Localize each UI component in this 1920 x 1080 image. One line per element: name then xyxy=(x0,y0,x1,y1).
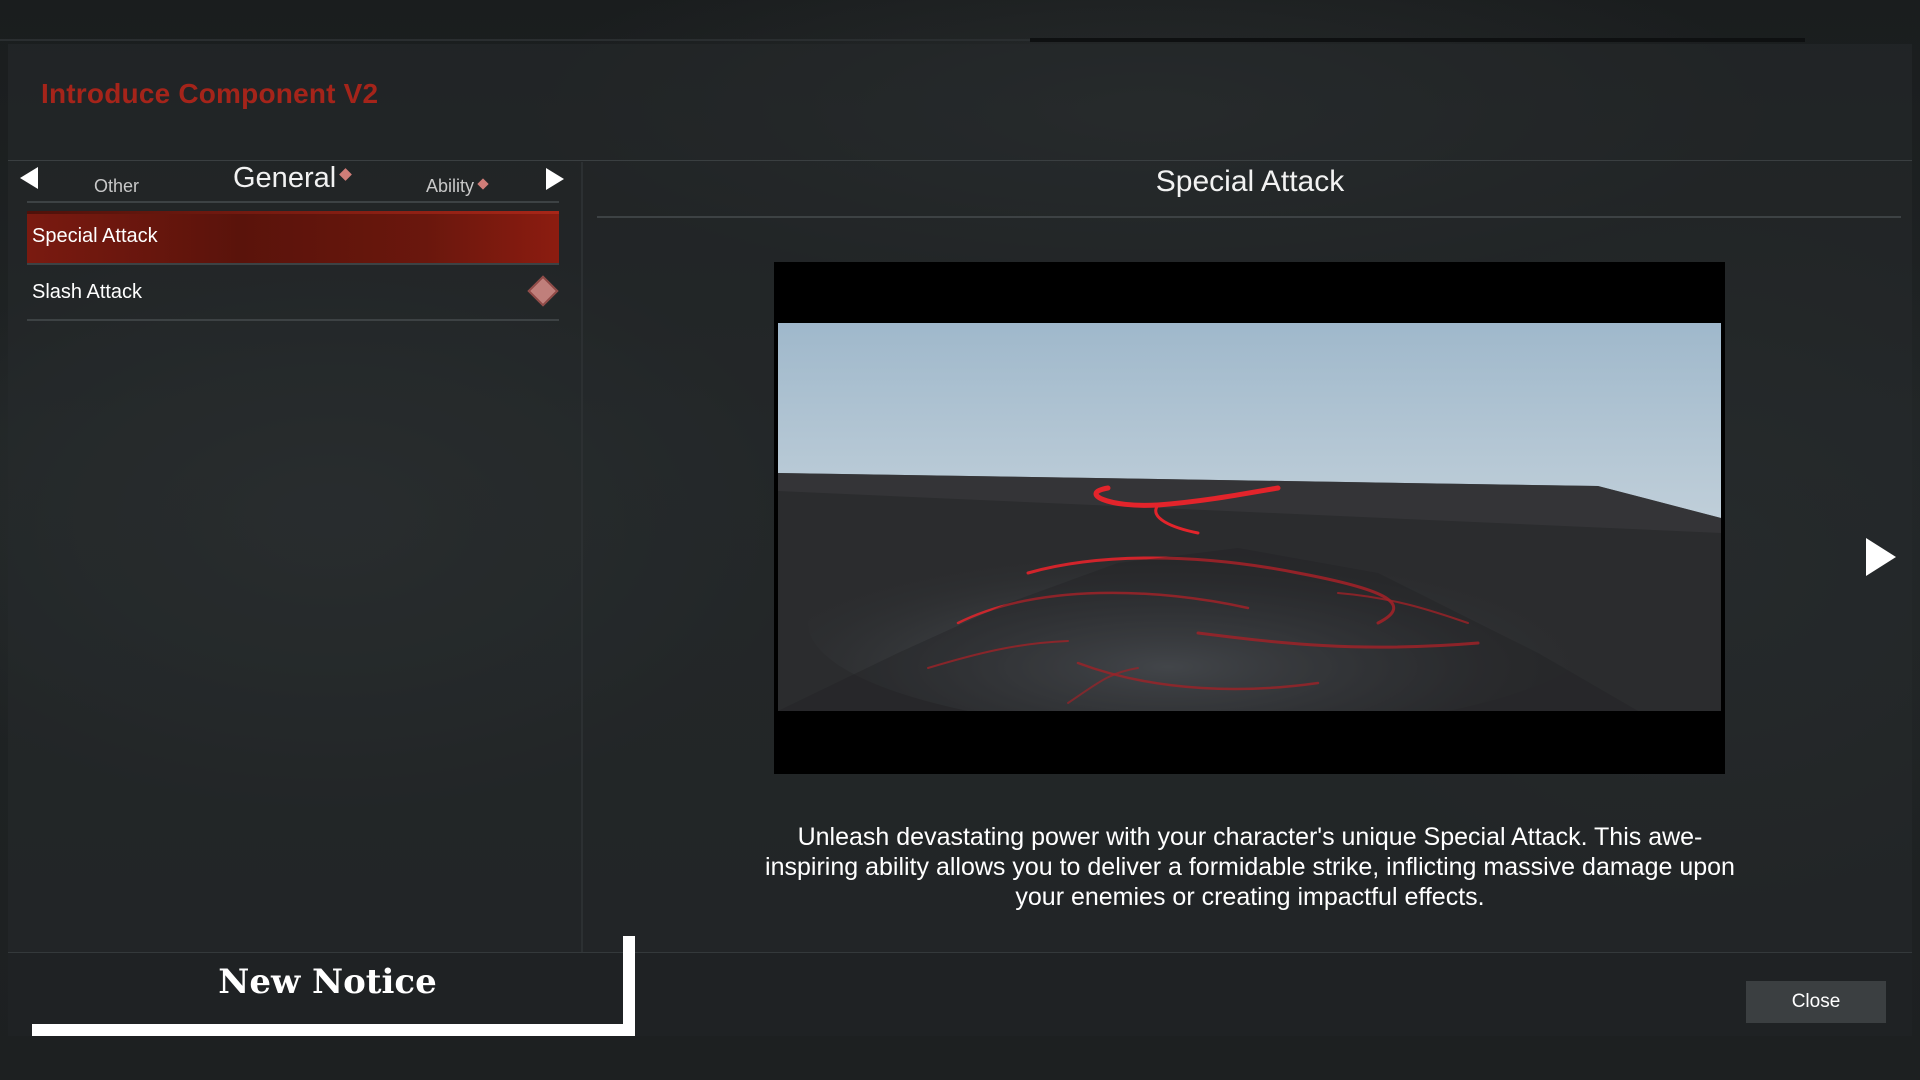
tab-ability[interactable]: Ability xyxy=(426,176,489,197)
tab-general[interactable]: General xyxy=(233,162,353,195)
column-divider xyxy=(581,162,583,952)
notice-frame-right xyxy=(623,936,635,1036)
close-button[interactable]: Close xyxy=(1746,981,1886,1023)
new-notice-label: New Notice xyxy=(218,962,437,1002)
tab-ability-label: Ability xyxy=(426,176,475,196)
video-scene xyxy=(778,323,1721,711)
notice-frame-bottom xyxy=(32,1024,635,1036)
content-title-divider xyxy=(597,216,1901,218)
header-divider xyxy=(8,160,1912,161)
list-item-label: Special Attack xyxy=(32,225,158,247)
tab-underline xyxy=(27,201,559,203)
new-dot-icon xyxy=(477,178,489,190)
list-divider xyxy=(27,263,559,265)
video-preview[interactable] xyxy=(774,262,1725,774)
new-badge-diamond-icon xyxy=(527,275,559,307)
list-item-slash-attack[interactable]: Slash Attack xyxy=(27,267,559,321)
prev-tab-arrow-icon[interactable] xyxy=(20,167,38,189)
new-notice-banner: New Notice xyxy=(32,936,635,1036)
tab-general-label: General xyxy=(233,162,337,194)
content-description: Unleash devastating power with your char… xyxy=(765,823,1735,911)
tab-other[interactable]: Other xyxy=(94,176,139,197)
next-page-arrow-icon[interactable] xyxy=(1866,538,1896,576)
content-title: Special Attack xyxy=(1155,165,1345,198)
top-divider xyxy=(0,39,1030,41)
next-tab-arrow-icon[interactable] xyxy=(546,168,564,190)
top-divider-dark xyxy=(1030,38,1805,42)
video-scene-drawing xyxy=(778,323,1721,711)
new-dot-icon xyxy=(339,167,353,181)
list-item-label: Slash Attack xyxy=(32,281,143,303)
list-item-special-attack[interactable]: Special Attack xyxy=(27,211,559,265)
tab-other-label: Other xyxy=(94,176,140,196)
window-title: Introduce Component V2 xyxy=(41,78,379,109)
list-divider xyxy=(27,319,559,321)
